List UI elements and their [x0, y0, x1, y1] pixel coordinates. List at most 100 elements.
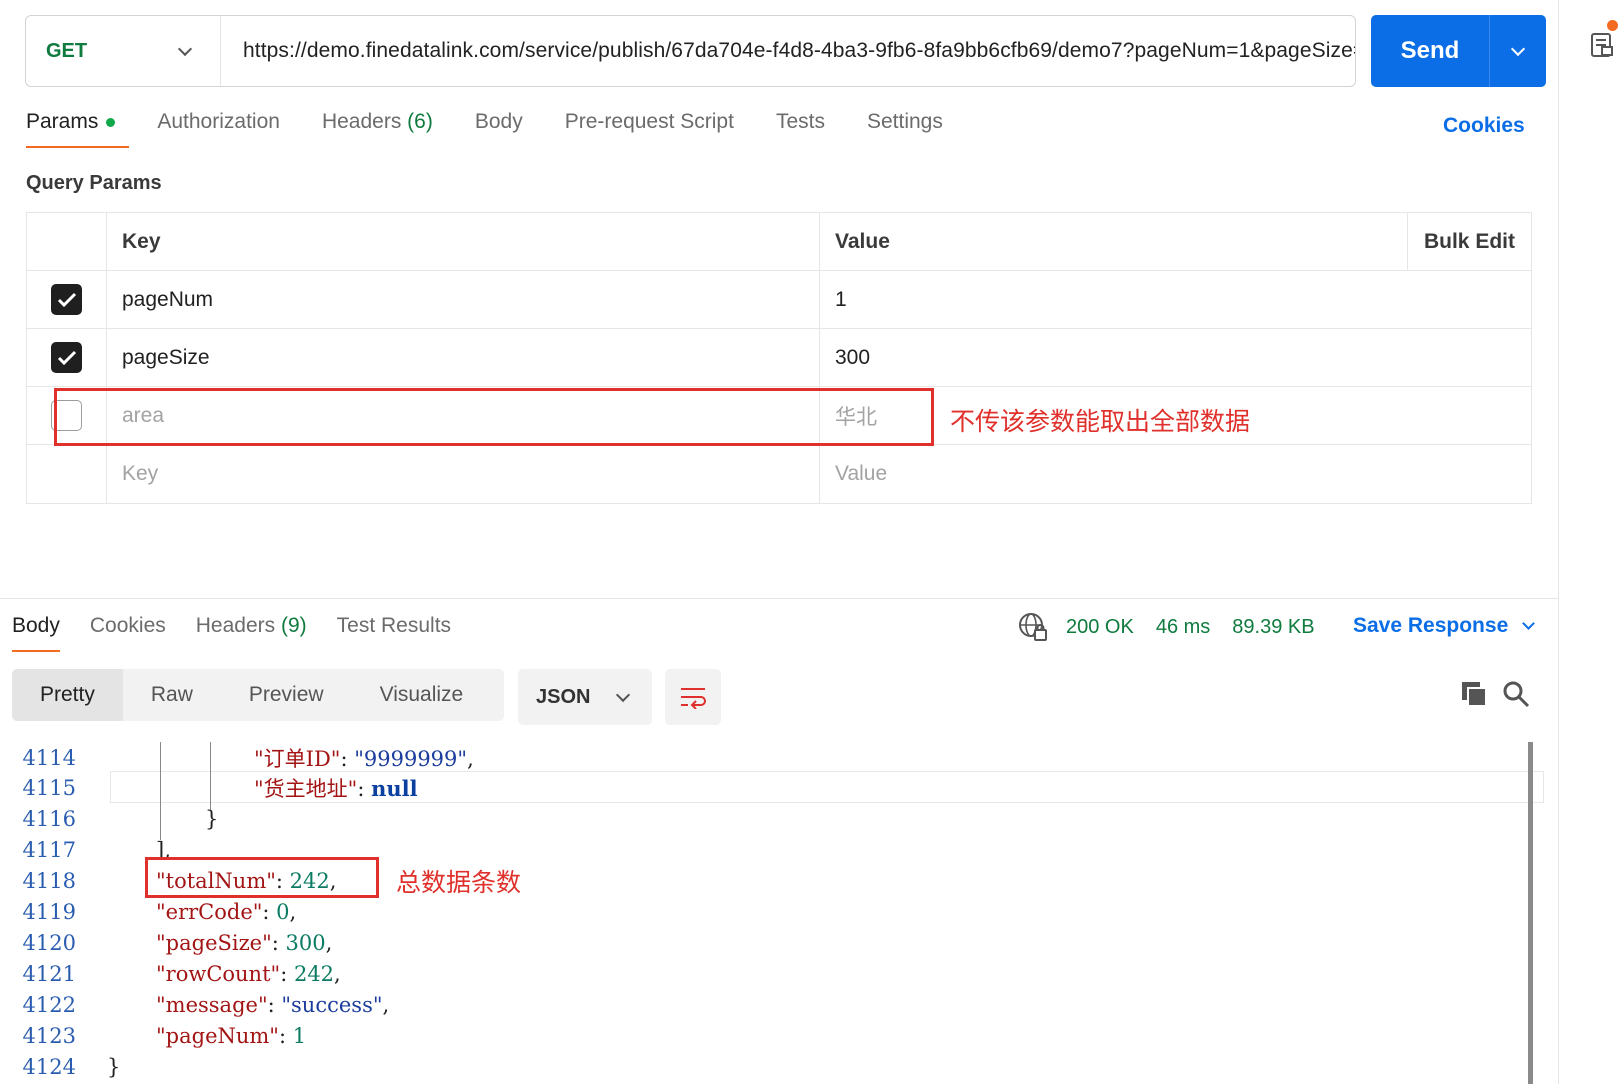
code-value: "success" — [281, 992, 383, 1017]
code-value: "9999999" — [354, 746, 468, 771]
code-line: 4116} — [0, 804, 1545, 835]
globe-icon[interactable] — [1018, 612, 1048, 642]
tab-params[interactable]: Params — [26, 110, 130, 148]
scrollbar[interactable] — [1528, 742, 1533, 1084]
tab-label: Cookies — [89, 614, 166, 637]
chevron-down-icon — [1522, 617, 1536, 630]
view-raw[interactable]: Raw — [123, 669, 221, 721]
tab-headers[interactable]: Headers (6) — [322, 110, 433, 148]
tab-label: Headers — [195, 614, 276, 637]
view-pretty[interactable]: Pretty — [12, 669, 123, 721]
wrap-lines-button[interactable] — [665, 669, 721, 725]
bulk-edit-button[interactable]: Bulk Edit — [1408, 213, 1531, 270]
format-select[interactable]: JSON — [518, 669, 652, 725]
method-select[interactable]: GET — [26, 16, 221, 86]
tab-label: Authorization — [157, 110, 280, 133]
save-response-button[interactable]: Save Response — [1353, 614, 1536, 638]
code-punct: , — [325, 930, 333, 955]
copy-icon[interactable] — [1460, 680, 1488, 708]
cookies-link[interactable]: Cookies — [1443, 114, 1525, 138]
request-tabs: Params Authorization Headers (6) Body Pr… — [26, 110, 985, 156]
code-text: } — [107, 1055, 120, 1079]
code-line: 4124} — [0, 1051, 1545, 1082]
param-value[interactable]: 1 — [820, 271, 1531, 328]
code-line: 4119 "errCode": 0, — [0, 897, 1545, 928]
table-row-new: Key Value — [27, 445, 1531, 503]
table-header-row: Key Value Bulk Edit — [27, 213, 1531, 271]
code-value: 300 — [285, 930, 326, 955]
new-key-input[interactable]: Key — [107, 445, 820, 503]
tab-label: Headers — [321, 110, 402, 133]
code-text: "message": "success", — [156, 993, 389, 1017]
view-preview[interactable]: Preview — [221, 669, 352, 721]
resp-tab-cookies[interactable]: Cookies — [90, 614, 166, 652]
annotation-params-note: 不传该参数能取出全部数据 — [950, 408, 1251, 436]
line-number: 4116 — [22, 807, 76, 832]
url-input[interactable]: https://demo.finedatalink.com/service/pu… — [221, 39, 1355, 63]
response-size: 89.39 KB — [1232, 615, 1315, 638]
code-line: 4114 "订单ID": "9999999", — [0, 742, 1545, 773]
chevron-down-icon — [177, 41, 193, 56]
code-key: "pageNum" — [156, 1023, 279, 1048]
code-key: "货主地址" — [254, 777, 358, 802]
table-row: pageSize 300 — [27, 329, 1531, 387]
tab-label: Params — [26, 110, 99, 133]
tab-body[interactable]: Body — [475, 110, 523, 148]
format-label: JSON — [536, 685, 591, 708]
checkbox-checked[interactable] — [51, 284, 82, 315]
response-tabs: Body Cookies Headers (9) Test Results — [12, 614, 481, 652]
line-number: 4119 — [22, 900, 76, 924]
param-key[interactable]: pageNum — [107, 271, 820, 328]
status-code: 200 OK — [1066, 615, 1134, 638]
response-time: 46 ms — [1155, 615, 1211, 638]
code-text: "货主地址": null — [254, 773, 418, 803]
checkmark-icon — [57, 292, 76, 307]
view-visualize[interactable]: Visualize — [352, 669, 492, 721]
url-bar: GET https://demo.finedatalink.com/servic… — [25, 15, 1356, 87]
annotation-total-note: 总数据条数 — [396, 869, 522, 897]
check-cell — [27, 445, 107, 503]
documentation-icon[interactable] — [1590, 30, 1616, 58]
send-options-button[interactable] — [1490, 41, 1546, 56]
code-line: 4121 "rowCount": 242, — [0, 958, 1545, 989]
code-key: "rowCount" — [156, 961, 281, 986]
tab-label: Settings — [866, 110, 943, 133]
tab-label: Body — [12, 614, 60, 637]
indent-guide — [160, 742, 161, 840]
chevron-down-icon — [615, 687, 631, 702]
tab-pre-request-script[interactable]: Pre-request Script — [565, 110, 734, 148]
tab-label: Body — [474, 110, 523, 133]
code-punct: : — [280, 961, 294, 986]
param-value[interactable]: 300 — [820, 329, 1531, 386]
checkmark-icon — [57, 350, 76, 365]
code-punct: } — [205, 807, 219, 832]
code-punct: , — [467, 746, 474, 771]
search-icon[interactable] — [1502, 680, 1530, 708]
resp-tab-body[interactable]: Body — [12, 614, 60, 652]
tab-label: Test Results — [336, 614, 452, 637]
tab-authorization[interactable]: Authorization — [157, 110, 280, 148]
tab-tests[interactable]: Tests — [776, 110, 825, 148]
checkbox-checked[interactable] — [51, 342, 82, 373]
line-number: 4122 — [22, 992, 76, 1017]
tab-settings[interactable]: Settings — [867, 110, 943, 148]
code-line: 4115 "货主地址": null — [0, 773, 1545, 804]
send-button[interactable]: Send — [1371, 15, 1546, 87]
check-cell — [27, 271, 107, 328]
param-key[interactable]: pageSize — [107, 329, 820, 386]
line-number: 4124 — [22, 1054, 76, 1079]
params-active-dot — [106, 117, 116, 127]
header-value: Value — [820, 213, 1408, 270]
response-code-view[interactable]: 4114 "订单ID": "9999999", 4115 "货主地址": null 41… — [0, 742, 1545, 1084]
header-key: Key — [107, 213, 820, 270]
code-value: 0 — [276, 900, 290, 924]
save-response-label: Save Response — [1353, 614, 1509, 637]
line-number: 4120 — [22, 930, 76, 955]
code-punct: : — [340, 746, 355, 771]
resp-tab-headers[interactable]: Headers (9) — [196, 614, 307, 652]
response-status: 200 OK 46 ms 89.39 KB — [1018, 612, 1337, 642]
tab-label: Tests — [775, 110, 825, 133]
resp-tab-test-results[interactable]: Test Results — [337, 614, 451, 652]
code-line: 4123 "pageNum": 1 — [0, 1020, 1545, 1051]
new-value-input[interactable]: Value — [820, 445, 1531, 503]
